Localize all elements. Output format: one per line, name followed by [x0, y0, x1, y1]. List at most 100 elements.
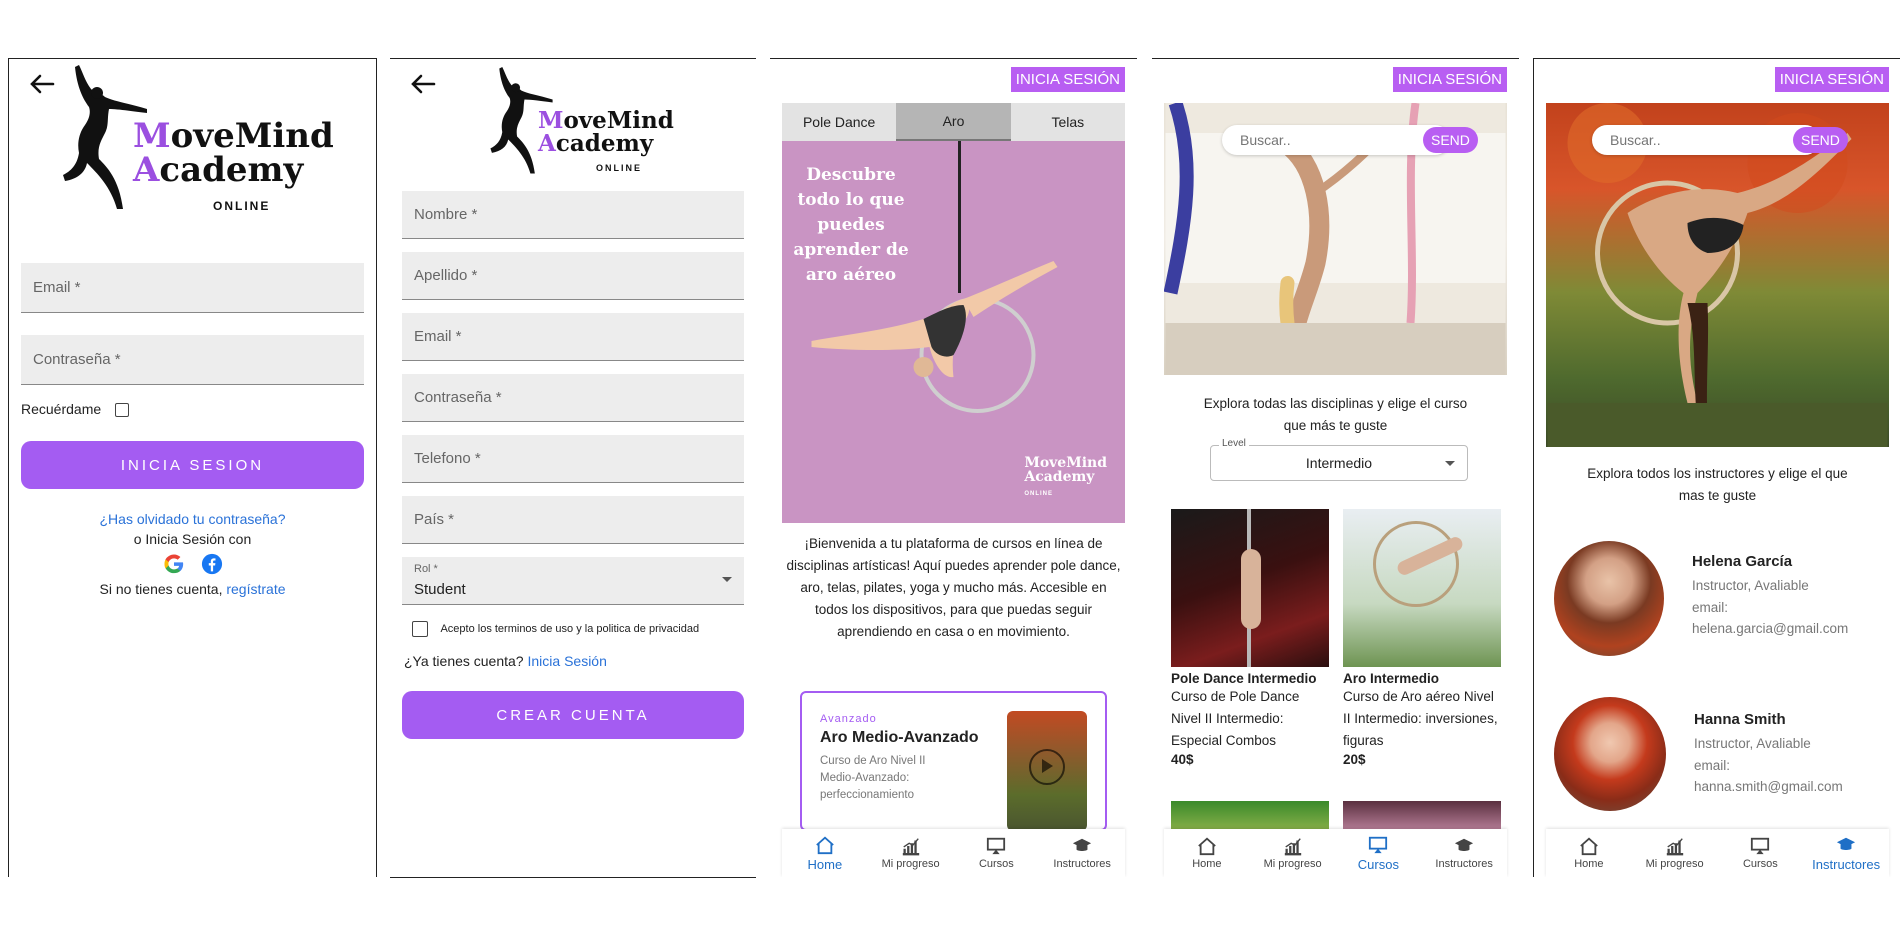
password-input[interactable] [21, 335, 364, 384]
nav-instructors[interactable]: Instructores [1421, 829, 1507, 877]
nav-progress[interactable]: Mi progreso [868, 829, 954, 877]
pais-input[interactable] [402, 496, 744, 543]
course-description: Curso de Pole Dance Nivel II Intermedio:… [1171, 689, 1300, 748]
course-thumbnail [1171, 509, 1329, 667]
instructor-role: Instructor, Avaliable [1694, 736, 1811, 751]
course-description: Curso de Aro aéreo Nivel II Intermedio: … [1343, 689, 1498, 748]
level-select[interactable]: Level Intermedio [1210, 438, 1468, 481]
search-input[interactable] [1608, 131, 1793, 149]
login-screen: MoveMind Academy ONLINE Recuérdame INICI… [8, 58, 377, 877]
graduation-cap-icon [1455, 838, 1474, 851]
apellido-input[interactable] [402, 252, 744, 299]
back-arrow-icon[interactable] [27, 69, 57, 99]
email-field[interactable] [21, 263, 364, 313]
instructor-card[interactable]: Hanna Smith Instructor, Avaliable email:… [1546, 697, 1889, 827]
course-price: 20$ [1343, 752, 1366, 767]
no-account-text: Si no tienes cuenta, [99, 581, 223, 597]
screen-icon [1751, 837, 1770, 855]
hero-photo: SEND [1164, 103, 1507, 375]
password-field[interactable] [21, 335, 364, 385]
register-prompt: Si no tienes cuenta, regístrate [9, 579, 376, 599]
nombre-input[interactable] [402, 191, 744, 238]
apellido-field[interactable] [402, 252, 744, 300]
tab-telas[interactable]: Telas [1011, 103, 1125, 141]
brand-logo: MoveMind Academy ONLINE [57, 63, 337, 213]
register-link[interactable]: regístrate [226, 581, 285, 597]
course-thumbnail [1171, 801, 1329, 831]
email-input[interactable] [21, 263, 364, 312]
login-button[interactable]: INICIA SESIÓN [1774, 67, 1889, 92]
nav-home[interactable]: Home [1546, 829, 1632, 877]
course-thumbnail [1343, 509, 1501, 667]
top-bar: INICIA SESIÓN [770, 59, 1137, 103]
back-arrow-icon[interactable] [408, 69, 438, 99]
home-icon [816, 836, 834, 854]
tab-aro[interactable]: Aro [896, 103, 1011, 141]
pais-field[interactable] [402, 496, 744, 544]
search-input[interactable] [1238, 131, 1423, 149]
level-value: Intermedio [1305, 455, 1373, 471]
remember-checkbox[interactable] [115, 403, 130, 418]
nav-home[interactable]: Home [782, 829, 868, 877]
course-card[interactable]: Avanzado Aro Medio-Avanzado Curso de Aro… [800, 691, 1107, 831]
nav-courses[interactable]: Cursos [1336, 829, 1422, 877]
search-bar: SEND [1222, 125, 1478, 155]
welcome-text: ¡Bienvenida a tu plataforma de cursos en… [786, 536, 1121, 639]
course-description: Curso de Aro Nivel II Medio-Avanzado: pe… [820, 755, 926, 801]
remember-label: Recuérdame [21, 401, 102, 417]
nav-instructors[interactable]: Instructores [1039, 829, 1125, 877]
play-icon[interactable] [1029, 749, 1065, 785]
nav-courses[interactable]: Cursos [954, 829, 1040, 877]
rol-select[interactable]: Rol * Student [402, 557, 744, 605]
password-field[interactable] [402, 374, 744, 422]
send-button[interactable]: SEND [1793, 127, 1848, 153]
progress-chart-icon [1284, 838, 1301, 856]
login-link[interactable]: Inicia Sesión [528, 653, 607, 669]
instructor-name: Hanna Smith [1694, 711, 1786, 728]
social-login-text: o Inicia Sesión con [133, 531, 252, 547]
instructor-card[interactable]: Helena García Instructor, Avaliable emai… [1546, 539, 1889, 669]
progress-chart-icon [1666, 838, 1683, 856]
tab-pole-dance[interactable]: Pole Dance [782, 103, 896, 141]
nav-home-label: Home [1192, 858, 1222, 870]
nav-home[interactable]: Home [1164, 829, 1250, 877]
send-button[interactable]: SEND [1423, 127, 1478, 153]
login-button[interactable]: INICIA SESION [21, 441, 364, 489]
facebook-icon[interactable] [201, 553, 223, 575]
course-item[interactable]: Aro Intermedio Curso de Aro aéreo Nivel … [1343, 509, 1501, 767]
nav-instructors-label: Instructores [1053, 858, 1111, 870]
nav-instructors-label: Instructores [1812, 856, 1881, 872]
login-button[interactable]: INICIA SESIÓN [1010, 67, 1125, 92]
login-prompt: ¿Ya tienes cuenta? Inicia Sesión [404, 653, 607, 669]
email-field[interactable] [402, 313, 744, 361]
nav-instructors[interactable]: Instructores [1803, 829, 1889, 877]
telefono-input[interactable] [402, 435, 744, 482]
password-input[interactable] [402, 374, 744, 421]
nav-courses-label: Cursos [1357, 856, 1399, 872]
telefono-field[interactable] [402, 435, 744, 483]
nav-courses-label: Cursos [978, 858, 1014, 870]
instructor-avatar [1554, 697, 1666, 811]
social-icons [9, 553, 376, 575]
nombre-field[interactable] [402, 191, 744, 239]
create-account-button[interactable]: CREAR CUENTA [402, 691, 744, 739]
home-icon [1198, 837, 1216, 856]
terms-checkbox[interactable] [412, 621, 428, 637]
nav-courses[interactable]: Cursos [1718, 829, 1804, 877]
screen-icon [1369, 836, 1388, 853]
forgot-password-link[interactable]: ¿Has olvidado tu contraseña? [9, 509, 376, 529]
courses-screen: INICIA SESIÓN SEND Explora todas las dis… [1152, 58, 1519, 877]
course-item[interactable]: Pole Dance Intermedio Curso de Pole Danc… [1171, 509, 1329, 767]
google-icon[interactable] [163, 553, 185, 575]
nav-progress[interactable]: Mi progreso [1632, 829, 1718, 877]
discipline-tabs: Pole Dance Aro Telas [782, 103, 1125, 141]
nav-progress[interactable]: Mi progreso [1250, 829, 1336, 877]
instructor-email: hanna.smith@gmail.com [1694, 779, 1843, 794]
graduation-cap-icon [1837, 837, 1856, 850]
login-button[interactable]: INICIA SESIÓN [1392, 67, 1507, 92]
top-bar: INICIA SESIÓN [1534, 59, 1900, 103]
email-input[interactable] [402, 313, 744, 360]
level-label: Level [1219, 438, 1249, 449]
course-level: Avanzado [820, 713, 877, 725]
progress-chart-icon [902, 838, 919, 856]
